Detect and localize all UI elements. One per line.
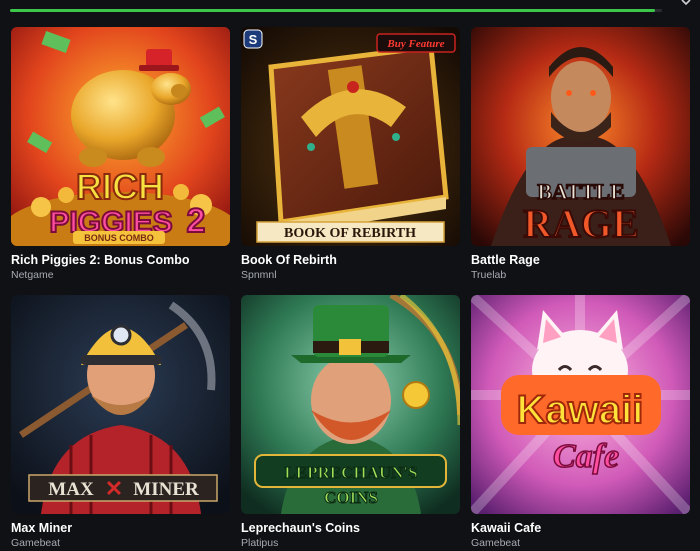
art-title-line2: COINS [324, 488, 378, 507]
game-card-battle-rage[interactable]: BATTLE RAGE Battle Rage Truelab [471, 27, 690, 281]
game-thumbnail[interactable]: Kawaii Cafe [471, 295, 690, 514]
provider-corner-badge: S [249, 32, 258, 47]
x-mark-icon: ✕ [105, 476, 123, 501]
game-thumbnail[interactable]: Buy Feature S BOOK OF REBIRTH [241, 27, 460, 246]
top-progress-fill [10, 9, 656, 12]
game-provider: Netgame [11, 269, 54, 281]
game-provider: Gamebeat [11, 537, 61, 549]
game-title[interactable]: Rich Piggies 2: Bonus Combo [11, 253, 230, 267]
art-title-line2: MINER [133, 479, 199, 500]
game-card-kawaii-cafe[interactable]: Kawaii Cafe Kawaii Cafe Gamebeat [471, 295, 690, 549]
game-title[interactable]: Battle Rage [471, 253, 690, 267]
art-title-line2: Cafe [553, 438, 619, 475]
chevron-down-icon[interactable] [680, 0, 692, 8]
game-provider: Gamebeat [471, 537, 521, 549]
art-title-line1: MAX [48, 479, 94, 500]
game-thumbnail[interactable]: MAX ✕ MINER [11, 295, 230, 514]
art-title-line1: LEPRECHAUN'S [284, 463, 417, 482]
game-title[interactable]: Leprechaun's Coins [241, 521, 460, 535]
art-title-line1: Kawaii [517, 388, 644, 432]
game-grid: RICH PIGGIES 2 BONUS COMBO Rich Piggies … [11, 27, 690, 549]
game-card-leprechauns-coins[interactable]: LEPRECHAUN'S COINS Leprechaun's Coins Pl… [241, 295, 460, 549]
art-title: BOOK OF REBIRTH [284, 226, 416, 241]
game-title[interactable]: Max Miner [11, 521, 230, 535]
art-subtitle: BONUS COMBO [84, 233, 154, 243]
game-thumbnail[interactable]: RICH PIGGIES 2 BONUS COMBO [11, 27, 230, 246]
game-provider: Platipus [241, 537, 279, 549]
game-card-max-miner[interactable]: MAX ✕ MINER Max Miner Gamebeat [11, 295, 230, 549]
game-card-book-of-rebirth[interactable]: Buy Feature S BOOK OF REBIRTH Book Of Re… [241, 27, 460, 281]
art-title-number: 2 [187, 202, 206, 240]
buy-feature-badge: Buy Feature [386, 38, 444, 50]
game-card-rich-piggies[interactable]: RICH PIGGIES 2 BONUS COMBO Rich Piggies … [11, 27, 230, 281]
game-thumbnail[interactable]: BATTLE RAGE [471, 27, 690, 246]
game-provider: Truelab [471, 269, 507, 281]
art-title-line1: RICH [76, 166, 164, 207]
game-provider: Spnmnl [241, 269, 277, 281]
game-title[interactable]: Book Of Rebirth [241, 253, 460, 267]
art-title-line2: RAGE [523, 201, 639, 246]
game-thumbnail[interactable]: LEPRECHAUN'S COINS [241, 295, 460, 514]
game-title[interactable]: Kawaii Cafe [471, 521, 690, 535]
top-progress-bar [10, 9, 662, 12]
